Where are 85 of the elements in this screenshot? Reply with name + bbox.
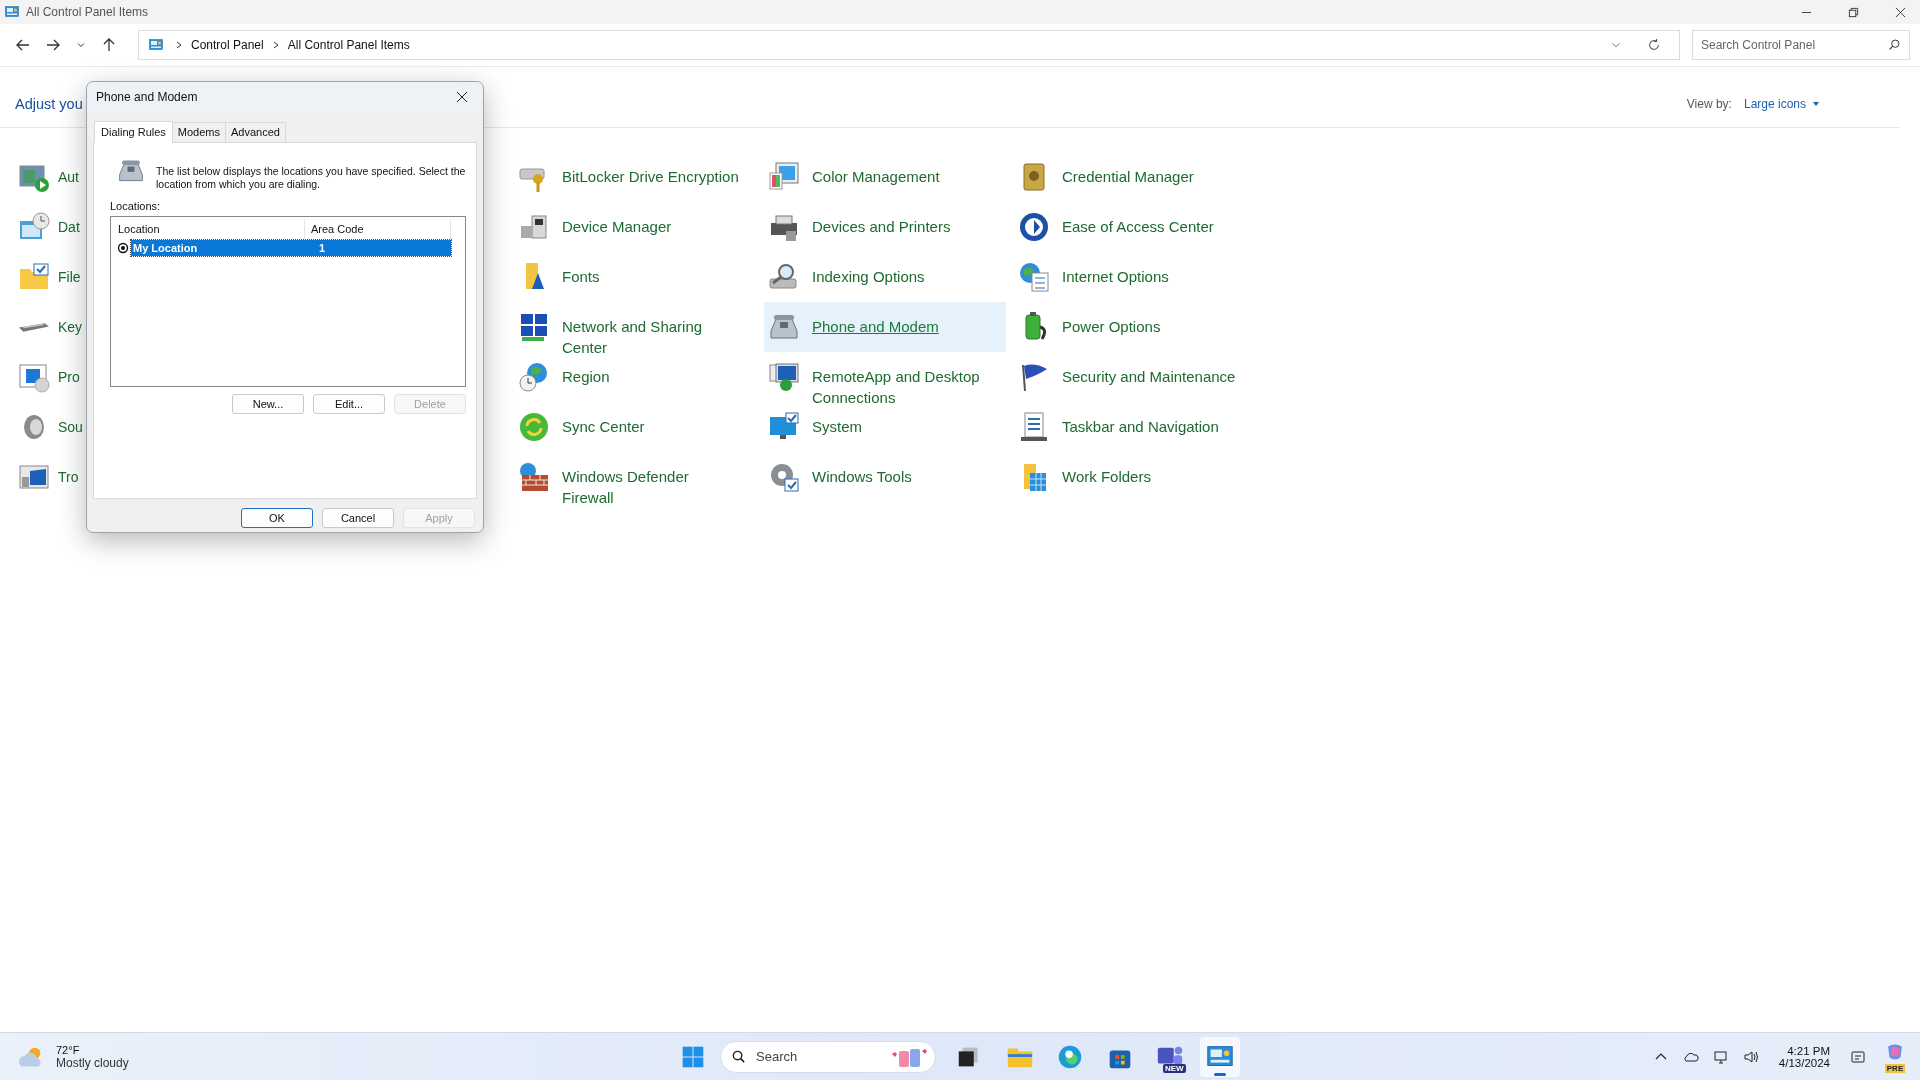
globe-clock-icon: [518, 361, 550, 393]
up-arrow-icon[interactable]: [101, 37, 117, 53]
control-panel-icon: [4, 4, 20, 20]
search-icon: [1888, 38, 1901, 51]
network-icon: [518, 311, 550, 343]
gear-icon: [768, 461, 800, 493]
control-panel-link[interactable]: Work Folders: [1062, 466, 1151, 487]
dialog-button[interactable]: Cancel: [322, 508, 394, 528]
highlighted-item[interactable]: Phone and Modem: [764, 302, 1006, 352]
new-badge: NEW: [1163, 1063, 1186, 1073]
control-panel-link[interactable]: System: [812, 416, 862, 437]
control-panel-link[interactable]: Aut: [58, 166, 79, 188]
refresh-icon[interactable]: [1647, 38, 1661, 52]
control-panel-link[interactable]: Pro: [58, 366, 80, 388]
close-icon[interactable]: [456, 91, 468, 103]
notification-icon[interactable]: [1850, 1048, 1866, 1065]
breadcrumb[interactable]: All Control Panel Items: [287, 38, 410, 52]
control-panel-link[interactable]: Sou: [58, 416, 83, 438]
speaker-icon[interactable]: [1742, 1048, 1759, 1065]
back-arrow-icon[interactable]: [15, 37, 31, 53]
breadcrumb[interactable]: Control Panel: [191, 38, 264, 52]
control-panel-link[interactable]: File: [58, 266, 81, 288]
control-panel-link[interactable]: BitLocker Drive Encryption: [562, 166, 739, 187]
control-panel-link[interactable]: Taskbar and Navigation: [1062, 416, 1219, 437]
accessibility-icon: [1018, 211, 1050, 243]
control-panel-link[interactable]: Region: [562, 366, 610, 387]
dialog-button[interactable]: OK: [241, 508, 313, 528]
control-panel-link[interactable]: Phone and Modem: [812, 316, 939, 337]
close-icon[interactable]: [1895, 6, 1906, 18]
control-panel-link[interactable]: Windows Defender Firewall: [562, 466, 741, 508]
address-bar[interactable]: Control Panel All Control Panel Items: [138, 30, 1680, 60]
weather-condition[interactable]: Mostly cloudy: [56, 1055, 129, 1070]
window-title: All Control Panel Items: [26, 5, 149, 19]
control-panel-link[interactable]: Indexing Options: [812, 266, 925, 287]
chevron-right-icon: [175, 41, 183, 49]
forward-arrow-icon[interactable]: [45, 37, 61, 53]
view-by-label: View by:: [1686, 97, 1732, 111]
control-panel-icon: [147, 37, 165, 53]
locations-label: Locations:: [110, 200, 162, 212]
control-panel-link[interactable]: Color Management: [812, 166, 940, 187]
brick-wall-icon: [518, 461, 550, 493]
globe-checklist-icon: [1018, 261, 1050, 293]
list-row[interactable]: My Location 1: [131, 239, 451, 256]
control-panel-link[interactable]: Fonts: [562, 266, 600, 287]
control-panel-link[interactable]: Sync Center: [562, 416, 645, 437]
restore-icon[interactable]: [1848, 6, 1859, 18]
control-panel-link[interactable]: Dat: [58, 216, 80, 238]
control-panel-link[interactable]: Power Options: [1062, 316, 1161, 337]
chevron-right-icon: [271, 41, 280, 49]
view-by-dropdown[interactable]: Large icons: [1743, 97, 1820, 111]
search-field[interactable]: Search Control Panel: [1692, 30, 1910, 60]
taskbar-icon: [1018, 411, 1050, 443]
network-icon[interactable]: [1712, 1048, 1729, 1065]
control-panel-link[interactable]: Tro: [58, 466, 79, 488]
control-panel-link[interactable]: Security and Maintenance: [1062, 366, 1236, 387]
dialog-title: Phone and Modem: [96, 90, 198, 104]
color-monitor-icon: [768, 161, 800, 193]
control-panel-link[interactable]: Ease of Access Center: [1062, 216, 1214, 237]
remote-monitor-icon: [768, 361, 800, 393]
dialog-button[interactable]: New...: [232, 394, 304, 414]
control-panel-link[interactable]: Device Manager: [562, 216, 672, 237]
taskbar-search-field[interactable]: Search: [720, 1040, 936, 1073]
locations-list[interactable]: Location Area Code My Location 1: [110, 216, 466, 387]
control-panel-link[interactable]: Key: [58, 316, 83, 338]
preview-badge: PRE: [1884, 1063, 1906, 1073]
control-panel-link[interactable]: Network and Sharing Center: [562, 316, 741, 358]
window-disc-icon: [18, 361, 50, 393]
control-panel-link[interactable]: RemoteApp and Desktop Connections: [812, 366, 991, 408]
control-panel-link[interactable]: Windows Tools: [812, 466, 912, 487]
tab[interactable]: Dialing Rules: [94, 121, 173, 143]
clock-date[interactable]: 4/13/2024: [1778, 1056, 1830, 1069]
search-icon: [731, 1049, 746, 1064]
control-panel-link[interactable]: Devices and Printers: [812, 216, 951, 237]
dialog-button[interactable]: Edit...: [313, 394, 385, 414]
temperature[interactable]: 72°F: [56, 1043, 129, 1056]
taskbar-app[interactable]: NEW: [1150, 1036, 1190, 1077]
description-text: The list below displays the locations you have specified. Select the location from which you are dialing.: [156, 164, 466, 191]
keyboard-icon: [18, 321, 50, 333]
control-panel-link[interactable]: Credential Manager: [1062, 166, 1194, 187]
clock-time[interactable]: 4:21 PM: [1787, 1044, 1830, 1057]
caret-icon: [1812, 100, 1820, 108]
sync-icon: [518, 411, 550, 443]
control-panel-link[interactable]: Internet Options: [1062, 266, 1169, 287]
tab[interactable]: Advanced: [225, 122, 286, 142]
page-heading: Adjust you: [15, 96, 83, 112]
